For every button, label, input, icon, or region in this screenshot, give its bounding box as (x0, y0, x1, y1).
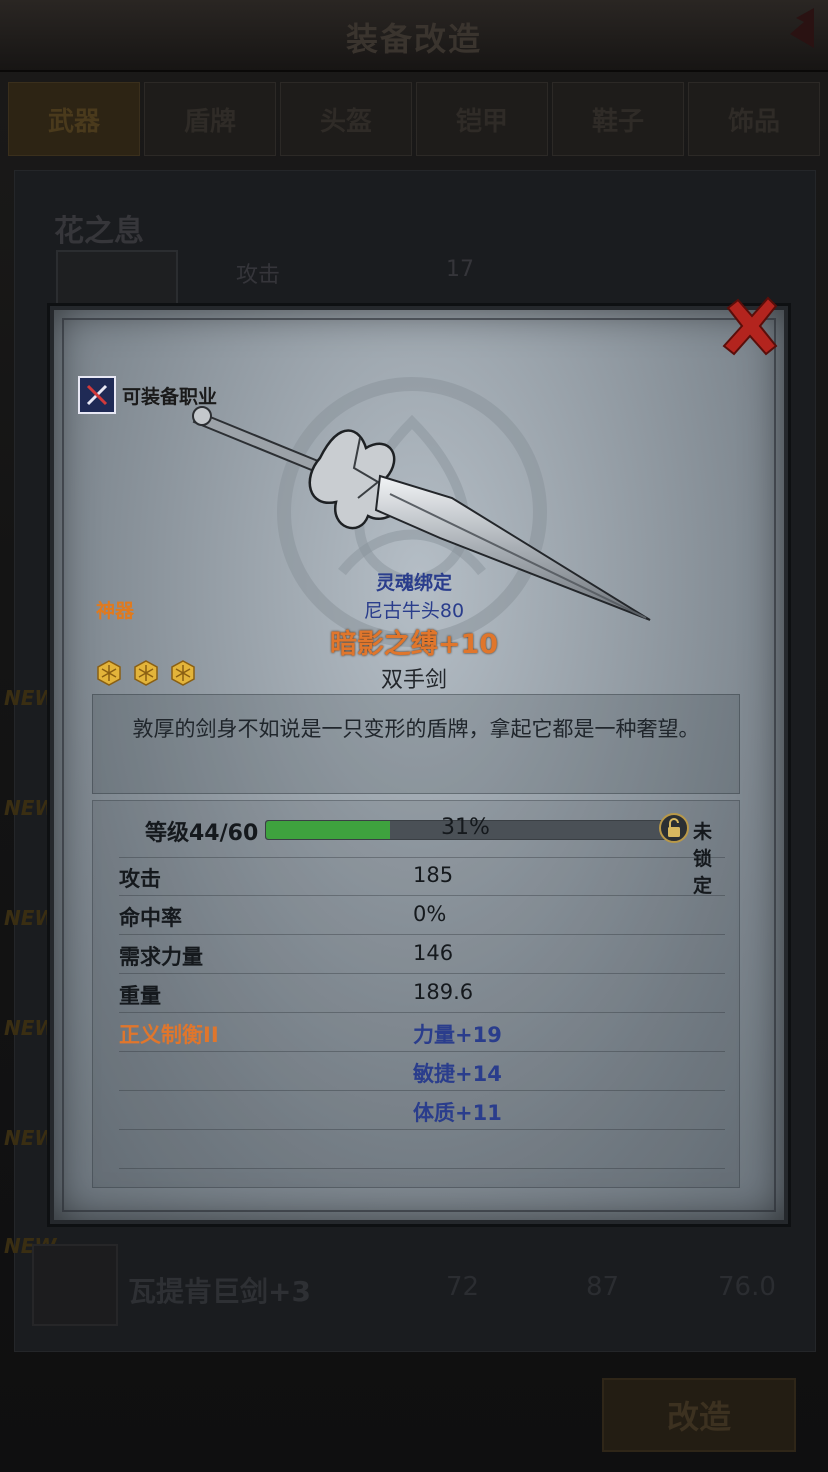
level-row: 等级44/60 31% 未锁定 (119, 801, 725, 897)
empty-row (119, 1130, 725, 1169)
tab-accessory[interactable]: 饰品 (688, 82, 820, 156)
binding-status: 灵魂绑定 (375, 572, 452, 594)
list-item-value: 76.0 (718, 1272, 776, 1302)
set-bonus-row: 体质+11 (119, 1091, 725, 1130)
modify-button[interactable]: 改造 (602, 1378, 796, 1452)
selected-item-name: 花之息 (54, 214, 144, 249)
stat-value: 146 (413, 941, 454, 965)
stat-value: 189.6 (413, 980, 474, 1004)
item-type: 双手剑 (380, 668, 447, 693)
list-item-name[interactable]: 瓦提肯巨剑+3 (128, 1270, 311, 1310)
close-icon[interactable] (718, 294, 782, 358)
category-tabs: 武器 盾牌 头盔 铠甲 鞋子 饰品 (8, 82, 820, 156)
description-box: 敦厚的剑身不如说是一只变形的盾牌，拿起它都是一种奢望。 (92, 694, 740, 794)
stat-label: 命中率 (119, 906, 182, 930)
level-label: 等级44/60 (145, 821, 259, 846)
stat-value: 0% (413, 902, 447, 926)
tab-helmet[interactable]: 头盔 (280, 82, 412, 156)
list-item-icon[interactable] (32, 1244, 118, 1326)
new-tag: NEW (4, 1126, 57, 1150)
new-tag: NEW (4, 906, 57, 930)
set-bonus-value: 力量+19 (413, 1023, 502, 1047)
tab-shoes[interactable]: 鞋子 (552, 82, 684, 156)
stat-label: 需求力量 (119, 945, 203, 969)
screen-title: 装备改造 (345, 20, 482, 58)
tab-weapon[interactable]: 武器 (8, 82, 140, 156)
top-bar: 装备改造 (0, 0, 828, 72)
stats-panel: 等级44/60 31% 未锁定 攻击 185 命中率 0% 需求力量 146 重… (92, 800, 740, 1188)
selected-item-icon (56, 250, 178, 314)
lock-icon[interactable] (659, 813, 689, 843)
selected-item-stat-label: 攻击 (236, 263, 281, 288)
stat-label: 重量 (119, 984, 161, 1008)
level-percent: 31% (441, 815, 490, 840)
stat-row: 攻击 185 (119, 857, 725, 896)
tab-armor[interactable]: 铠甲 (416, 82, 548, 156)
list-item-value: 72 (446, 1272, 480, 1302)
stat-row: 需求力量 146 (119, 935, 725, 974)
owner-name: 尼古牛头80 (363, 600, 465, 622)
tab-shield[interactable]: 盾牌 (144, 82, 276, 156)
item-name: 暗影之缚+10 (329, 629, 499, 660)
set-bonus-value: 敏捷+14 (413, 1062, 502, 1086)
set-bonus-row: 敏捷+14 (119, 1052, 725, 1091)
selected-item-stat-value: 17 (446, 257, 474, 282)
level-progress-fill (266, 821, 390, 839)
stat-value: 185 (413, 863, 454, 887)
set-name: 正义制衡II (119, 1023, 219, 1047)
class-icon (78, 376, 116, 414)
new-tag: NEW (4, 796, 57, 820)
stat-row: 重量 189.6 (119, 974, 725, 1013)
stat-label: 攻击 (119, 867, 161, 891)
item-description: 敦厚的剑身不如说是一只变形的盾牌，拿起它都是一种奢望。 (132, 717, 700, 741)
set-bonus-value: 体质+11 (413, 1101, 502, 1125)
stat-row: 命中率 0% (119, 896, 725, 935)
list-item-value: 87 (586, 1272, 620, 1302)
set-bonus-row: 正义制衡II 力量+19 (119, 1013, 725, 1052)
corner-deco-icon (790, 8, 814, 48)
new-tag: NEW (4, 1016, 57, 1040)
